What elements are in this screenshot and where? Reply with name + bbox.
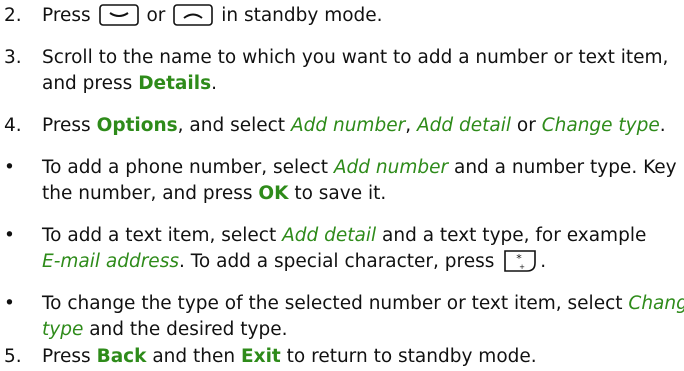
instruction-document: 2. Press or in standby mode. 3. Scroll to … xyxy=(0,0,684,371)
back-key-label: Back xyxy=(96,346,147,367)
step-text: Scroll to the name to which you want to … xyxy=(42,47,669,68)
ok-key-label: OK xyxy=(258,183,289,204)
step-number: 3. xyxy=(4,47,22,68)
step-number: 4. xyxy=(4,115,22,136)
add-detail-menu-term: Add detail xyxy=(282,225,377,246)
add-detail-menu-term: Add detail xyxy=(416,115,511,136)
bullet-text: and the desired type. xyxy=(89,319,288,340)
change-type-menu-term-continued: type xyxy=(42,319,84,340)
step-text: Press xyxy=(42,346,91,367)
step-number: 5. xyxy=(4,346,22,367)
bullet-1-line-2: the number, and press OK to save it. xyxy=(4,182,386,206)
options-key-label: Options xyxy=(96,115,178,136)
step-3-line-1: 3. Scroll to the name to which you want t… xyxy=(4,46,668,70)
bullet-text: . To add a special character, press xyxy=(178,251,495,272)
step-3-line-2: and press Details. xyxy=(4,72,217,96)
step-text: or xyxy=(516,115,536,136)
bullet: • xyxy=(4,225,15,246)
step-text: and then xyxy=(152,346,236,367)
add-number-menu-term: Add number xyxy=(333,157,449,178)
scroll-up-key-icon xyxy=(173,4,214,26)
email-address-term: E-mail address xyxy=(42,251,179,272)
step-text: Press xyxy=(42,5,91,26)
bullet-text: To add a phone number, select xyxy=(42,157,328,178)
add-number-menu-term: Add number xyxy=(290,115,406,136)
star-key-icon: * + xyxy=(502,250,538,272)
change-type-menu-term: Change type xyxy=(541,115,660,136)
bullet-2-line-2: E-mail address. To add a special charact… xyxy=(4,250,546,274)
bullet: • xyxy=(4,157,15,178)
step-text: in standby mode. xyxy=(221,5,383,26)
step-text: to return to standby mode. xyxy=(286,346,537,367)
bullet-text: . xyxy=(540,251,547,272)
svg-text:+: + xyxy=(519,263,525,271)
bullet-3-line-1: • To change the type of the selected numb… xyxy=(4,292,684,316)
scroll-down-key-icon xyxy=(98,4,139,26)
exit-key-label: Exit xyxy=(241,346,281,367)
step-text: Press xyxy=(42,115,91,136)
bullet-1-line-1: • To add a phone number, select Add numbe… xyxy=(4,156,684,180)
step-5: 5. Press Back and then Exit to return to … xyxy=(4,345,537,369)
change-type-menu-term: Change xyxy=(628,293,684,314)
step-text: . xyxy=(211,73,218,94)
step-text: or xyxy=(146,5,166,26)
bullet-text: and a number type. Key in xyxy=(454,157,684,178)
bullet-text: to save it. xyxy=(294,183,387,204)
bullet-text: and a text type, for example xyxy=(382,225,647,246)
step-text: and press xyxy=(42,73,133,94)
details-key-label: Details xyxy=(138,73,212,94)
step-number: 2. xyxy=(4,5,22,26)
bullet-text: To add a text item, select xyxy=(42,225,277,246)
step-2: 2. Press or in standby mode. xyxy=(4,4,383,28)
step-4: 4. Press Options, and select Add number, … xyxy=(4,114,666,138)
bullet-text: To change the type of the selected numbe… xyxy=(42,293,623,314)
bullet: • xyxy=(4,293,15,314)
step-text: , and select xyxy=(177,115,286,136)
step-text: . xyxy=(659,115,666,136)
bullet-3-line-2: type and the desired type. xyxy=(4,318,287,342)
bullet-2-line-1: • To add a text item, select Add detail a… xyxy=(4,224,646,248)
step-text: , xyxy=(405,115,412,136)
bullet-text: the number, and press xyxy=(42,183,253,204)
